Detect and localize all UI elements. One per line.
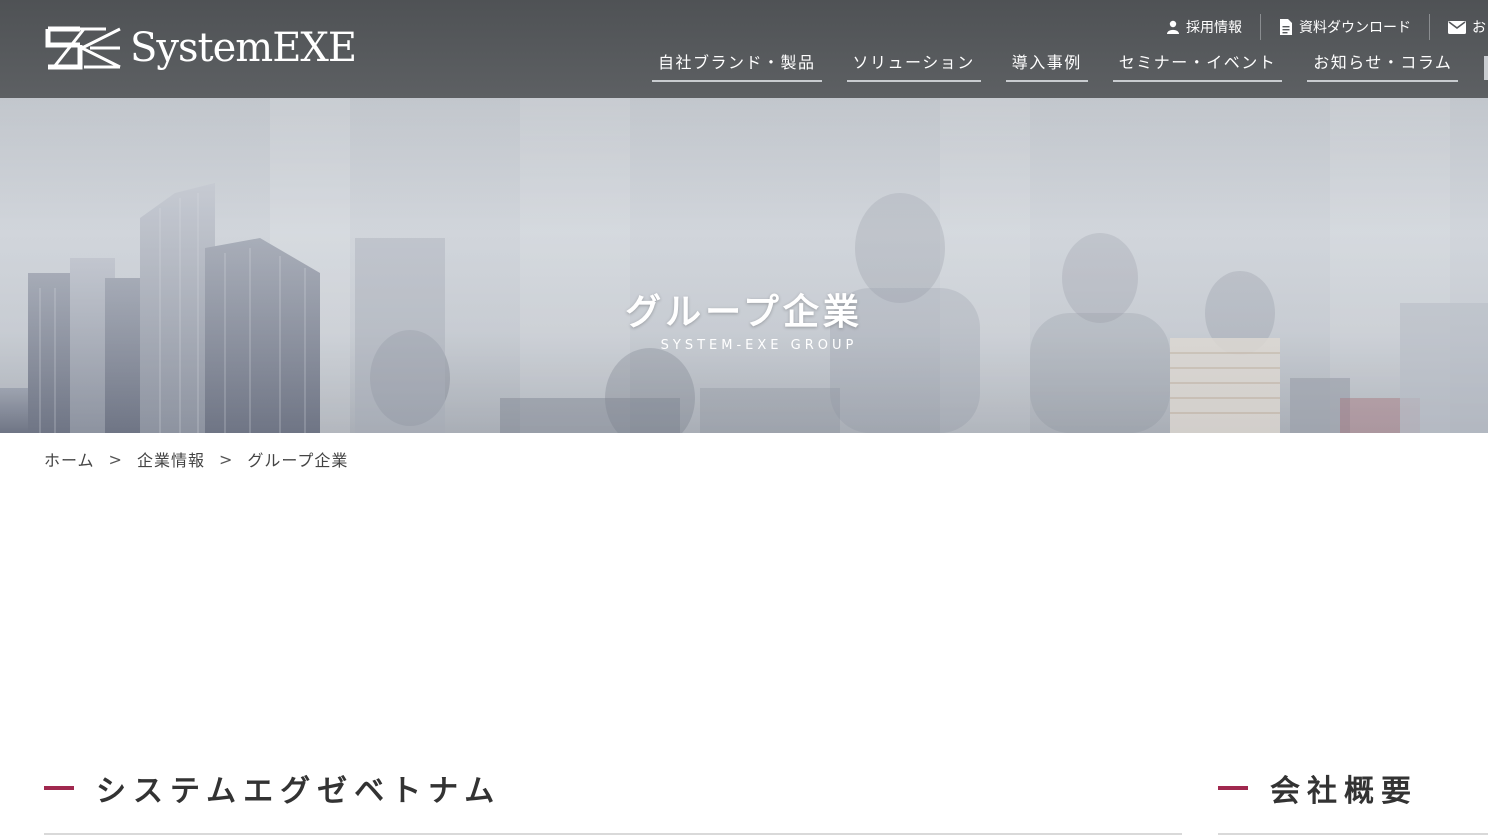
logo-mark-icon bbox=[45, 26, 121, 70]
utility-links: 採用情報 資料ダウンロード お bbox=[1148, 14, 1488, 40]
main-nav: 自社ブランド・製品 ソリューション 導入事例 セミナー・イベント お知らせ・コラ… bbox=[652, 48, 1483, 82]
page-title: グループ企業 bbox=[625, 292, 863, 333]
document-icon bbox=[1279, 19, 1293, 35]
contact-label: お bbox=[1472, 20, 1486, 36]
download-label: 資料ダウンロード bbox=[1299, 20, 1411, 36]
side-section-divider bbox=[1218, 833, 1488, 835]
download-link[interactable]: 資料ダウンロード bbox=[1260, 14, 1429, 40]
section-divider bbox=[44, 833, 1182, 835]
nav-news[interactable]: お知らせ・コラム bbox=[1307, 48, 1459, 82]
recruit-link[interactable]: 採用情報 bbox=[1148, 14, 1260, 40]
page-subtitle: SYSTEM-EXE GROUP bbox=[660, 338, 858, 353]
mail-icon bbox=[1448, 20, 1466, 34]
nav-case-studies[interactable]: 導入事例 bbox=[1005, 48, 1088, 82]
section-heading-main: システムエグゼベトナム bbox=[44, 766, 501, 810]
nav-item-cutoff[interactable] bbox=[1484, 56, 1488, 80]
breadcrumb-company-info[interactable]: 企業情報 bbox=[137, 447, 205, 471]
breadcrumb-current: グループ企業 bbox=[247, 451, 349, 470]
section-heading-side: 会社概要 bbox=[1218, 766, 1418, 810]
breadcrumb-home[interactable]: ホーム bbox=[44, 447, 95, 471]
breadcrumb-separator: > bbox=[108, 449, 123, 469]
site-header: SystemEXE 採用情報 資料ダウンロード お 自社ブランド・製品 ソリュー… bbox=[0, 0, 1488, 98]
side-section-title: 会社概要 bbox=[1270, 774, 1418, 809]
nav-products[interactable]: 自社ブランド・製品 bbox=[652, 48, 822, 82]
city-skyline-image bbox=[0, 98, 1488, 433]
nav-solutions[interactable]: ソリューション bbox=[846, 48, 981, 82]
heading-accent-bar bbox=[1218, 786, 1248, 790]
heading-accent-bar bbox=[44, 786, 74, 790]
logo-text: SystemEXE bbox=[130, 25, 357, 71]
breadcrumb: ホーム > 企業情報 > グループ企業 bbox=[44, 447, 348, 471]
contact-link[interactable]: お bbox=[1429, 14, 1488, 40]
breadcrumb-separator: > bbox=[218, 449, 234, 469]
section-title: システムエグゼベトナム bbox=[96, 774, 502, 809]
nav-seminars[interactable]: セミナー・イベント bbox=[1112, 48, 1283, 82]
site-logo[interactable]: SystemEXE bbox=[44, 22, 357, 74]
hero-banner: グループ企業 SYSTEM-EXE GROUP bbox=[0, 98, 1488, 433]
user-icon bbox=[1166, 20, 1180, 34]
recruit-label: 採用情報 bbox=[1186, 20, 1242, 36]
